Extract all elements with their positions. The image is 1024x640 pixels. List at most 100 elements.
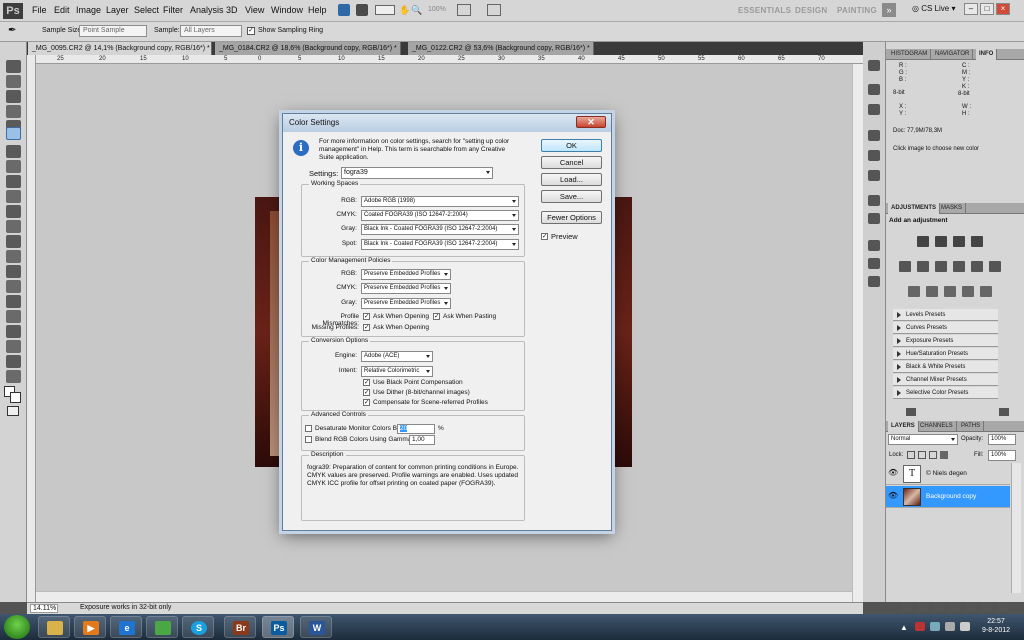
character-panel-icon[interactable] xyxy=(868,195,880,206)
taskbar-internet-explorer[interactable]: e xyxy=(110,616,142,638)
workspace-painting[interactable]: PAINTING xyxy=(837,6,877,15)
new-layer-icon[interactable] xyxy=(982,603,992,611)
zoom-tool-icon-toolbar[interactable] xyxy=(6,370,21,383)
taskbar-bridge[interactable]: Br xyxy=(224,616,256,638)
link-layers-icon[interactable] xyxy=(902,603,912,611)
menu-image[interactable]: Image xyxy=(76,5,101,15)
layer-row-text[interactable]: 👁 T © Niels degen xyxy=(886,463,1010,485)
brush-tool-icon[interactable] xyxy=(6,160,21,173)
lock-image-icon[interactable] xyxy=(918,451,926,459)
zoom-tool-icon[interactable]: 🔍 xyxy=(411,5,422,16)
hand-tool-icon-toolbar[interactable] xyxy=(6,355,21,368)
taskbar-media-player[interactable]: ▶ xyxy=(74,616,106,638)
preset-exposure[interactable]: Exposure Presets xyxy=(893,335,998,347)
lock-transparent-icon[interactable] xyxy=(907,451,915,459)
taskbar-word[interactable]: W xyxy=(300,616,332,638)
save-button[interactable]: Save... xyxy=(541,190,602,203)
tab-document-2[interactable]: _MG_0184.CR2 @ 18,6% (Background copy, R… xyxy=(215,42,401,55)
mini-bridge-icon[interactable] xyxy=(356,4,368,16)
hue-saturation-icon[interactable] xyxy=(917,261,929,272)
taskbar-clock[interactable]: 22:57 9-8-2012 xyxy=(974,617,1018,635)
cmyk-policy-select[interactable]: Preserve Embedded Profiles xyxy=(361,283,451,294)
ask-when-opening-checkbox[interactable]: ✓ xyxy=(363,313,370,320)
menu-view[interactable]: View xyxy=(245,5,264,15)
workspace-essentials[interactable]: ESSENTIALS xyxy=(738,6,791,15)
photo-filter-icon[interactable] xyxy=(971,261,983,272)
history-panel-icon[interactable] xyxy=(868,60,880,71)
tab-adjustments[interactable]: ADJUSTMENTS xyxy=(888,203,941,214)
vertical-scrollbar[interactable] xyxy=(852,64,863,602)
exposure-icon[interactable] xyxy=(971,236,983,247)
channel-mixer-icon[interactable] xyxy=(989,261,1001,272)
actions-panel-icon[interactable] xyxy=(868,84,880,95)
new-group-icon[interactable] xyxy=(966,603,976,611)
tray-arrow-icon[interactable]: ▲ xyxy=(900,623,908,632)
styles-panel-icon[interactable] xyxy=(868,276,880,287)
use-dither-checkbox[interactable]: ✓ xyxy=(363,389,370,396)
compensate-scene-checkbox[interactable]: ✓ xyxy=(363,399,370,406)
selective-color-icon[interactable] xyxy=(980,286,992,297)
notes-panel-icon[interactable] xyxy=(868,170,880,181)
clone-stamp-tool-icon[interactable] xyxy=(6,175,21,188)
quick-mask-icon[interactable] xyxy=(7,406,19,416)
preset-hue-saturation[interactable]: Hue/Saturation Presets xyxy=(893,348,998,360)
eyedropper-tool-icon[interactable]: ✒ xyxy=(8,25,16,36)
layers-scrollbar[interactable] xyxy=(1011,463,1021,593)
bridge-icon[interactable] xyxy=(338,4,350,16)
horizontal-scrollbar[interactable] xyxy=(36,591,852,602)
missing-ask-when-opening-checkbox[interactable]: ✓ xyxy=(363,324,370,331)
blend-gamma-checkbox[interactable] xyxy=(305,436,312,443)
vertical-ruler[interactable] xyxy=(27,55,36,602)
minimize-button[interactable]: – xyxy=(964,3,978,15)
menu-layer[interactable]: Layer xyxy=(106,5,129,15)
quick-selection-tool-icon[interactable] xyxy=(6,105,21,118)
intent-select[interactable]: Relative Colorimetric xyxy=(361,366,433,377)
dodge-tool-icon[interactable] xyxy=(6,250,21,263)
volume-icon[interactable] xyxy=(960,622,970,631)
blur-tool-icon[interactable] xyxy=(6,235,21,248)
hand-tool-icon[interactable]: ✋ xyxy=(399,5,410,16)
tab-navigator[interactable]: NAVIGATOR xyxy=(932,49,974,60)
tab-layers[interactable]: LAYERS xyxy=(888,421,919,432)
preview-checkbox[interactable]: ✓ xyxy=(541,233,548,240)
tab-paths[interactable]: PATHS xyxy=(958,421,985,432)
new-adjustment-layer-icon[interactable] xyxy=(950,603,960,611)
rgb-policy-select[interactable]: Preserve Embedded Profiles xyxy=(361,269,451,280)
black-point-compensation-checkbox[interactable]: ✓ xyxy=(363,379,370,386)
tab-info[interactable]: INFO xyxy=(976,49,998,60)
clip-to-layer-icon[interactable] xyxy=(906,408,916,416)
engine-select[interactable]: Adobe (ACE) xyxy=(361,351,433,362)
delete-layer-icon[interactable] xyxy=(998,603,1008,611)
gradient-map-icon[interactable] xyxy=(962,286,974,297)
eraser-tool-icon[interactable] xyxy=(6,205,21,218)
move-tool-icon[interactable] xyxy=(6,60,21,73)
type-tool-icon[interactable] xyxy=(6,280,21,293)
gray-policy-select[interactable]: Preserve Embedded Profiles xyxy=(361,298,451,309)
preset-channel-mixer[interactable]: Channel Mixer Presets xyxy=(893,374,998,386)
curves-icon[interactable] xyxy=(953,236,965,247)
navigator-panel-icon[interactable] xyxy=(868,258,880,269)
3d-orbit-tool-icon[interactable] xyxy=(6,340,21,353)
desaturate-value-field[interactable]: 20 xyxy=(397,424,435,434)
vibrance-icon[interactable] xyxy=(899,261,911,272)
ok-button[interactable]: OK xyxy=(541,139,602,152)
desaturate-checkbox[interactable] xyxy=(305,425,312,432)
black-white-icon[interactable] xyxy=(953,261,965,272)
arrange-documents-icon[interactable] xyxy=(457,4,471,16)
adjustment-presets-icon[interactable] xyxy=(999,408,1009,416)
preset-black-white[interactable]: Black & White Presets xyxy=(893,361,998,373)
tab-histogram[interactable]: HISTOGRAM xyxy=(888,49,932,60)
sample-select[interactable]: All Layers xyxy=(180,25,242,37)
load-button[interactable]: Load... xyxy=(541,173,602,186)
lock-position-icon[interactable] xyxy=(929,451,937,459)
menu-file[interactable]: File xyxy=(32,5,47,15)
gray-working-space-select[interactable]: Black Ink - Coated FOGRA39 (ISO 12647-2:… xyxy=(361,224,519,235)
tab-document-3[interactable]: _MG_0122.CR2 @ 53,6% (Background copy, R… xyxy=(408,42,594,55)
ask-when-pasting-checkbox[interactable]: ✓ xyxy=(433,313,440,320)
status-message[interactable]: Exposure works in 32-bit only xyxy=(80,604,171,611)
background-color-swatch[interactable] xyxy=(10,392,21,403)
3d-rotate-tool-icon[interactable] xyxy=(6,325,21,338)
fewer-options-button[interactable]: Fewer Options xyxy=(541,211,602,224)
fill-field[interactable]: 100% xyxy=(988,450,1016,461)
lasso-tool-icon[interactable] xyxy=(6,90,21,103)
